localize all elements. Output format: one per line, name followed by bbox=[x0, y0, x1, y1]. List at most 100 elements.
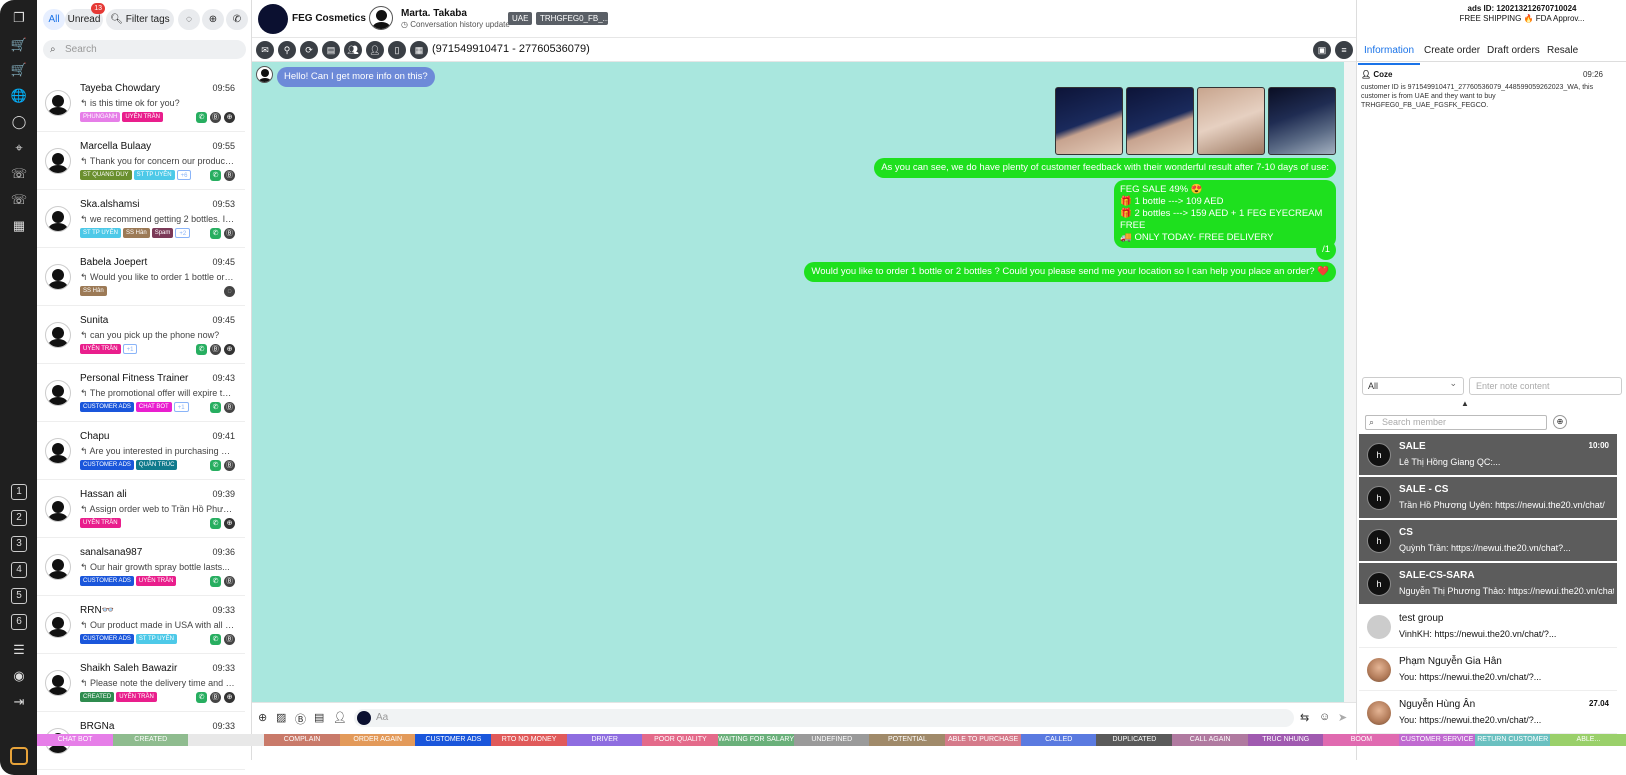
web-channel-icon[interactable]: ⊕ bbox=[224, 112, 235, 123]
note-content-input[interactable]: Enter note content bbox=[1469, 377, 1622, 395]
tab-resale[interactable]: Resale bbox=[1547, 45, 1578, 56]
menu-icon[interactable]: ≡ bbox=[1335, 41, 1353, 59]
group-item[interactable]: h CS Quỳnh Trần: https://newui.the20.vn/ch… bbox=[1359, 520, 1617, 562]
web-channel-icon[interactable]: ⊕ bbox=[224, 344, 235, 355]
numbered-inbox-icon[interactable]: 6 bbox=[11, 614, 27, 630]
user-name[interactable]: Marta. Takaba bbox=[401, 8, 467, 19]
calendar-icon[interactable]: ▦ bbox=[9, 216, 29, 236]
member-add-icon[interactable]: ⊕ bbox=[1553, 415, 1567, 429]
b-channel-icon[interactable]: Ⓑ bbox=[210, 692, 221, 703]
collapse-caret-icon[interactable]: ▲ bbox=[1461, 399, 1469, 408]
conversation-item[interactable]: RRN👓 09:33 ↰ Our product made in USA with … bbox=[37, 596, 245, 654]
call-channel-icon[interactable]: ✆ bbox=[210, 170, 221, 181]
chat-scrollbar[interactable] bbox=[1344, 62, 1356, 702]
conversation-item[interactable]: Personal Fitness Trainer 09:43 ↰ The promo… bbox=[37, 364, 245, 422]
tab-draft-orders[interactable]: Draft orders bbox=[1487, 45, 1540, 56]
call-channel-icon[interactable]: ✆ bbox=[210, 634, 221, 645]
numbered-inbox-icon[interactable]: 5 bbox=[11, 588, 27, 604]
filter-tags-button[interactable]: 🔍︎ Filter tags bbox=[106, 9, 174, 30]
group-item[interactable]: h SALE - CS Trần Hồ Phương Uyên: https://n… bbox=[1359, 477, 1617, 519]
member-search-input[interactable]: ⌕ Search member bbox=[1365, 415, 1547, 430]
status-tag-segment[interactable]: UNDEFINED bbox=[793, 734, 870, 746]
b-channel-icon[interactable]: Ⓑ bbox=[224, 634, 235, 645]
user-icon[interactable]: 👤︎ bbox=[333, 711, 347, 724]
group-item[interactable]: h SALE-CS-SARA Nguyễn Thị Phương Thảo: htt… bbox=[1359, 563, 1617, 605]
phone-icon[interactable]: ☏ bbox=[9, 164, 29, 184]
web-channel-icon[interactable]: ⊕ bbox=[224, 518, 235, 529]
layout-icon[interactable]: ▣ bbox=[1313, 41, 1331, 59]
cart-icon[interactable]: 🛒 bbox=[9, 35, 29, 55]
send-icon[interactable]: ➤ bbox=[1338, 711, 1347, 724]
emoji-icon[interactable]: ☺ bbox=[1319, 711, 1330, 723]
b-icon[interactable]: Ⓑ bbox=[295, 711, 306, 727]
user-icon[interactable]: 👤︎ bbox=[366, 41, 384, 59]
chat-bubble-icon[interactable]: ◯ bbox=[9, 112, 29, 132]
sync-icon[interactable]: ⟳ bbox=[300, 41, 318, 59]
status-tag-segment[interactable]: POOR QUALITY bbox=[642, 734, 719, 746]
status-tag-segment[interactable]: TRÚC NHUNG bbox=[1247, 734, 1324, 746]
conversation-item[interactable]: Tayeba Chowdary 09:56 ↰ is this time ok fo… bbox=[37, 74, 245, 132]
status-tag-segment[interactable]: COMPLAIN bbox=[264, 734, 341, 746]
b-channel-icon[interactable]: Ⓑ bbox=[224, 460, 235, 471]
globe-icon[interactable]: 🌐 bbox=[9, 86, 29, 106]
status-tag-segment[interactable]: CUSTOMER ADS bbox=[415, 734, 492, 746]
numbered-inbox-icon[interactable]: 1 bbox=[11, 484, 27, 500]
cart-check-icon[interactable]: 🛒 bbox=[9, 60, 29, 80]
mail-icon[interactable]: ✉ bbox=[256, 41, 274, 59]
logout-icon[interactable]: ⇥ bbox=[9, 692, 29, 712]
status-tag-segment[interactable]: CUSTOMER SERVICE bbox=[1399, 734, 1476, 746]
call-channel-icon[interactable]: ✆ bbox=[196, 112, 207, 123]
status-tag-segment[interactable]: ABLE... bbox=[1550, 734, 1626, 746]
conversation-item[interactable]: Babela Joepert 09:45 ↰ Would you like to o… bbox=[37, 248, 245, 306]
status-tag-segment[interactable]: ORDER AGAIN bbox=[339, 734, 416, 746]
history-update-link[interactable]: ◷ Conversation history update bbox=[401, 20, 510, 29]
note-filter-select[interactable]: All bbox=[1362, 375, 1464, 395]
status-tag-segment[interactable] bbox=[188, 734, 265, 746]
status-tag-segment[interactable]: ABLE TO PURCHASE bbox=[945, 734, 1022, 746]
document-icon[interactable]: ▯ bbox=[388, 41, 406, 59]
translate-icon[interactable]: ⇆ bbox=[1300, 711, 1309, 724]
filter-unread-button[interactable]: Unread 13 bbox=[65, 3, 105, 30]
group-item[interactable]: Phạm Nguyễn Gia Hân You: https://newui.th… bbox=[1359, 649, 1617, 691]
numbered-inbox-icon[interactable]: 3 bbox=[11, 536, 27, 552]
call-channel-icon[interactable]: ✆ bbox=[196, 692, 207, 703]
status-tag-segment[interactable]: DRIVER bbox=[566, 734, 643, 746]
calendar-icon[interactable]: ▦ bbox=[410, 41, 428, 59]
add-icon[interactable]: ⊕ bbox=[258, 711, 267, 724]
phone-transfer-icon[interactable]: ☏ bbox=[9, 190, 29, 210]
user-avatar[interactable] bbox=[369, 6, 393, 30]
b-channel-icon[interactable]: Ⓑ bbox=[210, 344, 221, 355]
image-icon[interactable]: ▨ bbox=[276, 711, 286, 724]
status-tag-segment[interactable]: DUPLICATED bbox=[1096, 734, 1173, 746]
conversation-item[interactable]: Sunita 09:45 ↰ can you pick up the phone n… bbox=[37, 306, 245, 364]
status-tag-segment[interactable]: BOOM bbox=[1323, 734, 1400, 746]
conversation-item[interactable]: Hassan ali 09:39 ↰ Assign order web to Trầ… bbox=[37, 480, 245, 538]
status-tag-segment[interactable]: CALL AGAIN bbox=[1172, 734, 1249, 746]
message-input[interactable]: Aa bbox=[354, 709, 1294, 727]
status-tag-segment[interactable]: CREATED bbox=[112, 734, 189, 746]
filter-all-button[interactable]: All bbox=[43, 9, 65, 30]
group-icon[interactable]: 👥︎ bbox=[344, 41, 362, 59]
b-channel-icon[interactable]: Ⓑ bbox=[224, 402, 235, 413]
messenger-channel-icon[interactable]: ◌ bbox=[224, 286, 235, 297]
status-tag-segment[interactable]: RETURN CUSTOMER bbox=[1474, 734, 1551, 746]
web-filter-icon[interactable]: ⊕ bbox=[202, 9, 224, 30]
conversation-item[interactable]: Chapu 09:41 ↰ Are you interested in purcha… bbox=[37, 422, 245, 480]
feedback-image-3[interactable] bbox=[1197, 87, 1265, 155]
b-channel-icon[interactable]: Ⓑ bbox=[224, 170, 235, 181]
call-channel-icon[interactable]: ✆ bbox=[210, 460, 221, 471]
conversation-item[interactable]: Marcella Bulaay 09:55 ↰ Thank you for conc… bbox=[37, 132, 245, 190]
status-tag-segment[interactable]: WAITING FOR SALARY bbox=[718, 734, 795, 746]
conversation-item[interactable]: Shaikh Saleh Bawazir 09:33 ↰ Please note t… bbox=[37, 654, 245, 712]
group-item[interactable]: Nguyễn Hùng Ân You: https://newui.the20.v… bbox=[1359, 692, 1617, 734]
group-item[interactable]: test group VinhKH: https://newui.the20.vn… bbox=[1359, 606, 1617, 648]
quick-reply-icon[interactable]: ▤ bbox=[314, 711, 324, 724]
web-channel-icon[interactable]: ⊕ bbox=[224, 692, 235, 703]
status-tag-segment[interactable]: RTO NO MONEY bbox=[491, 734, 568, 746]
feedback-image-4[interactable] bbox=[1268, 87, 1336, 155]
conversation-search-input[interactable]: ⌕ Search bbox=[43, 40, 246, 59]
whatsapp-filter-icon[interactable]: ✆ bbox=[226, 9, 248, 30]
tab-create-order[interactable]: Create order bbox=[1424, 45, 1480, 56]
b-channel-icon[interactable]: Ⓑ bbox=[224, 576, 235, 587]
link-icon[interactable]: ⚲ bbox=[278, 41, 296, 59]
